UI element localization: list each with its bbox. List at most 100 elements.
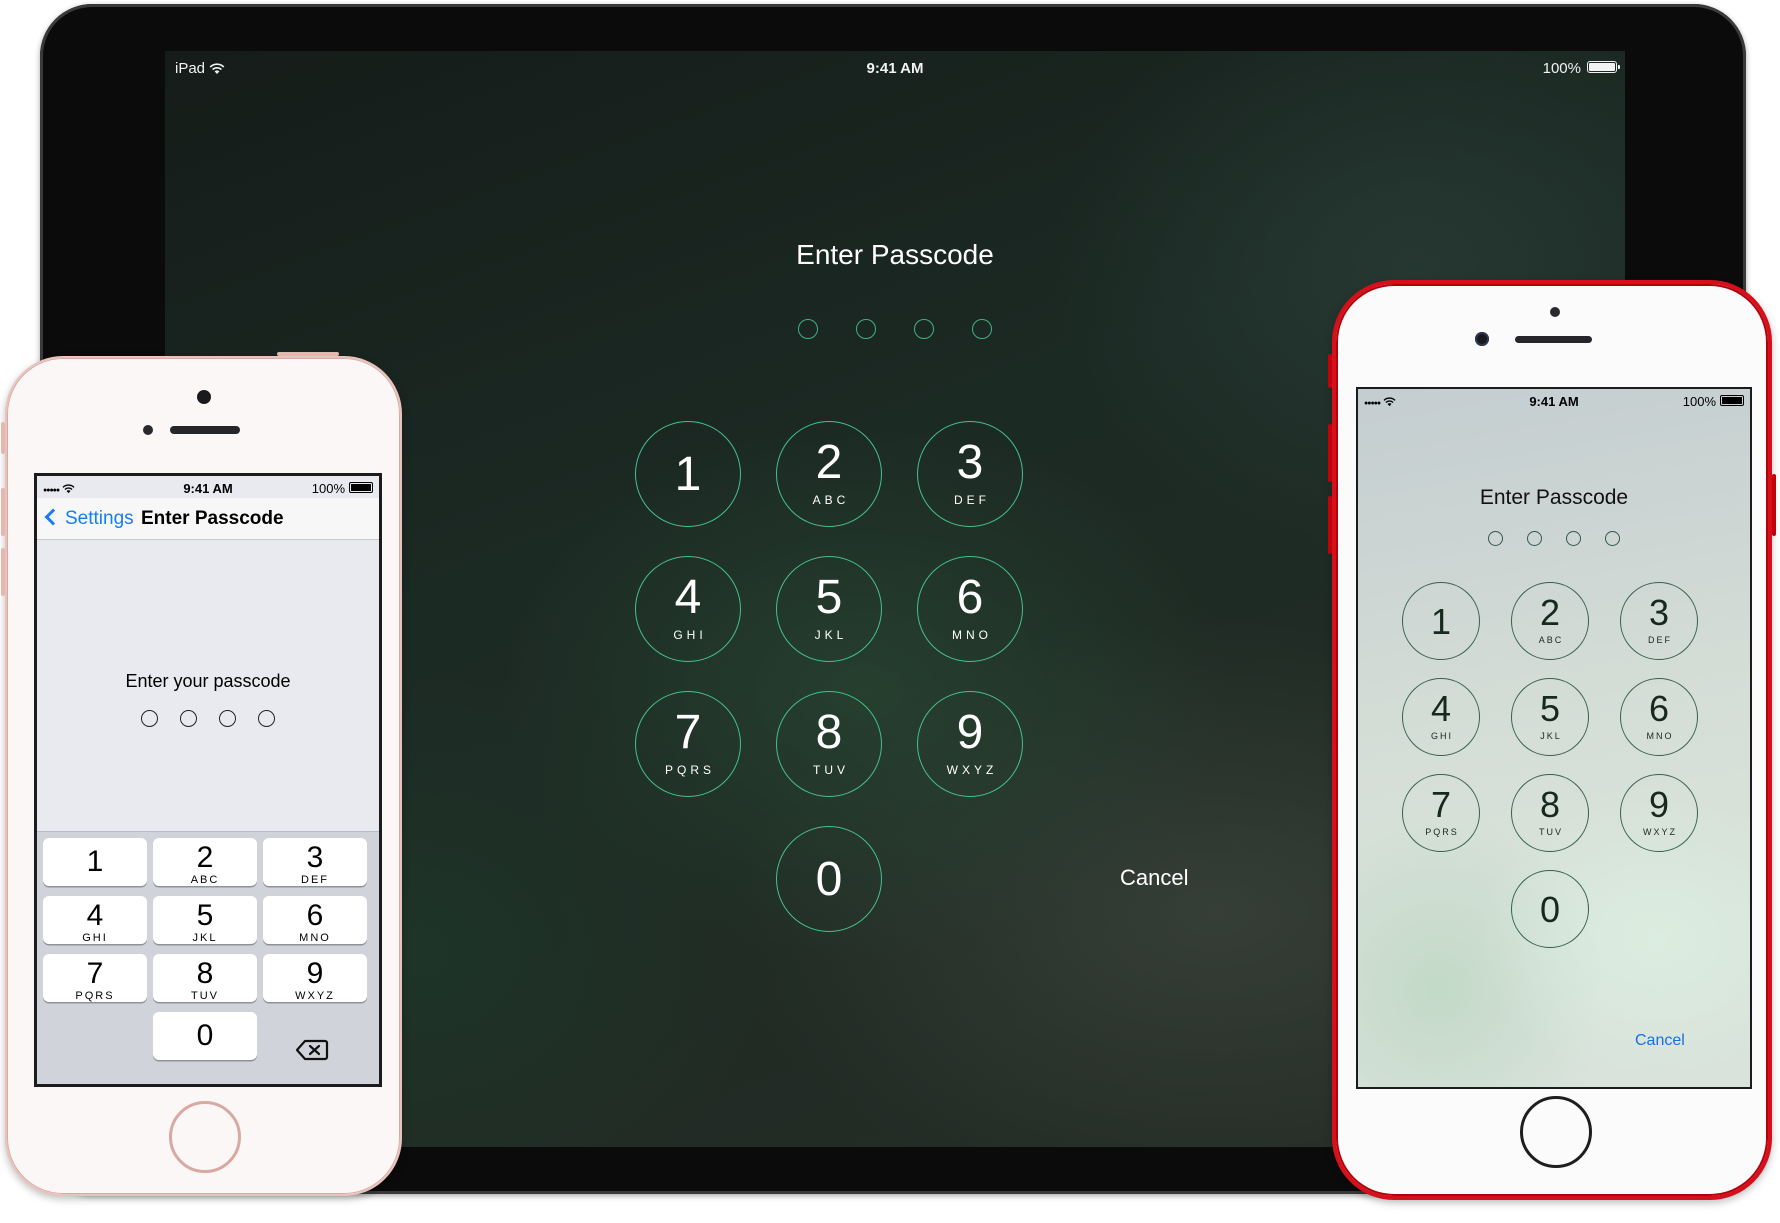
sleep-button <box>277 352 339 356</box>
keyboard-key-8[interactable]: 8 TUV <box>153 954 257 1002</box>
passcode-title: Enter Passcode <box>1479 486 1629 509</box>
key-letters: WXYZ <box>946 763 998 777</box>
key-digit: 6 <box>1648 688 1670 729</box>
keypad-key-0[interactable]: 0 <box>776 826 882 932</box>
keypad-key-4[interactable]: 4 GHI <box>1402 678 1480 756</box>
key-letters: ABC <box>1538 635 1564 645</box>
passcode-dot <box>180 710 197 727</box>
keypad-key-8[interactable]: 8 TUV <box>1511 774 1589 852</box>
key-letters: DEF <box>301 874 329 886</box>
key-digit: 9 <box>956 706 984 759</box>
key-digit: 9 <box>306 957 324 990</box>
chevron-left-icon <box>44 508 62 526</box>
battery-percentage: 100% <box>1542 60 1581 77</box>
key-digit: 4 <box>1430 688 1452 729</box>
key-letters: JKL <box>192 932 218 944</box>
key-letters: GHI <box>1430 731 1453 741</box>
key-digit: 2 <box>196 841 214 874</box>
passcode-dot <box>219 710 236 727</box>
back-label: Settings <box>65 508 134 529</box>
keyboard-key-0[interactable]: 0 <box>153 1012 257 1060</box>
navigation-bar: Settings Enter Passcode <box>37 498 379 540</box>
key-letters: PQRS <box>664 763 715 777</box>
key-letters: MNO <box>299 932 331 944</box>
home-button[interactable] <box>1520 1096 1592 1168</box>
key-letters: TUV <box>1539 827 1563 837</box>
battery-percentage: 100% <box>311 481 345 496</box>
back-button[interactable]: Settings <box>44 508 134 530</box>
home-button[interactable] <box>169 1101 241 1173</box>
key-digit: 7 <box>86 957 104 990</box>
keypad-key-1[interactable]: 1 <box>635 421 741 527</box>
key-letters: PQRS <box>75 990 115 1002</box>
key-letters: ABC <box>190 874 220 886</box>
keyboard-key-7[interactable]: 7 PQRS <box>43 954 147 1002</box>
keypad-key-5[interactable]: 5 JKL <box>776 556 882 662</box>
keyboard-key-4[interactable]: 4 GHI <box>43 896 147 944</box>
passcode-dots <box>1358 531 1750 551</box>
key-digit: 0 <box>196 1019 214 1052</box>
key-letters: TUV <box>813 763 849 777</box>
keypad-key-7[interactable]: 7 PQRS <box>635 691 741 797</box>
key-digit: 5 <box>815 571 843 624</box>
key-digit: 8 <box>196 957 214 990</box>
keyboard-key-6[interactable]: 6 MNO <box>263 896 367 944</box>
key-digit: 8 <box>815 706 843 759</box>
passcode-prompt: Enter your passcode <box>125 671 291 691</box>
volume-down-button <box>1328 496 1332 554</box>
battery-icon <box>349 482 373 493</box>
iphone-7-device: ●●●●● 9:41 AM 100% Enter Passcode 1 2 ABC 3… <box>1328 280 1776 1200</box>
nav-title: Enter Passcode <box>141 508 284 529</box>
volume-down-button <box>1 548 5 596</box>
passcode-dot <box>141 710 158 727</box>
passcode-dot <box>914 319 934 339</box>
keypad-key-6[interactable]: 6 MNO <box>1620 678 1698 756</box>
keypad-key-9[interactable]: 9 WXYZ <box>1620 774 1698 852</box>
keypad-key-9[interactable]: 9 WXYZ <box>917 691 1023 797</box>
se-screen: ●●●●● 9:41 AM 100% Settings Enter Passco… <box>34 473 382 1087</box>
keypad-key-1[interactable]: 1 <box>1402 582 1480 660</box>
se-status-bar: ●●●●● 9:41 AM 100% <box>37 476 379 498</box>
key-letters: ABC <box>812 493 850 507</box>
keypad-key-0[interactable]: 0 <box>1511 870 1589 948</box>
keypad-key-2[interactable]: 2 ABC <box>1511 582 1589 660</box>
key-letters: DEF <box>954 493 990 507</box>
mute-switch <box>1328 354 1332 388</box>
status-time: 9:41 AM <box>866 60 924 77</box>
keyboard-key-1[interactable]: 1 <box>43 838 147 886</box>
keypad-key-5[interactable]: 5 JKL <box>1511 678 1589 756</box>
backspace-icon[interactable] <box>295 1038 329 1062</box>
keypad-key-7[interactable]: 7 PQRS <box>1402 774 1480 852</box>
keyboard-key-2[interactable]: 2 ABC <box>153 838 257 886</box>
key-digit: 7 <box>674 706 702 759</box>
key-digit: 1 <box>674 448 702 501</box>
keyboard-key-3[interactable]: 3 DEF <box>263 838 367 886</box>
key-digit: 1 <box>86 845 104 878</box>
keypad-key-2[interactable]: 2 ABC <box>776 421 882 527</box>
key-letters: JKL <box>1540 731 1562 741</box>
key-digit: 5 <box>196 899 214 932</box>
cancel-button[interactable]: Cancel <box>1635 1032 1685 1050</box>
key-letters: GHI <box>82 932 108 944</box>
key-digit: 0 <box>1539 889 1561 930</box>
key-digit: 9 <box>1648 784 1670 825</box>
keyboard-key-5[interactable]: 5 JKL <box>153 896 257 944</box>
key-letters: TUV <box>191 990 219 1002</box>
passcode-dot <box>258 710 275 727</box>
keyboard-key-9[interactable]: 9 WXYZ <box>263 954 367 1002</box>
keypad-key-4[interactable]: 4 GHI <box>635 556 741 662</box>
key-letters: GHI <box>673 628 707 642</box>
key-digit: 0 <box>815 853 843 906</box>
key-digit: 2 <box>815 436 843 489</box>
keypad-key-3[interactable]: 3 DEF <box>1620 582 1698 660</box>
front-camera-icon <box>197 390 211 404</box>
keypad-key-6[interactable]: 6 MNO <box>917 556 1023 662</box>
key-letters: DEF <box>1648 635 1672 645</box>
cancel-button[interactable]: Cancel <box>1120 865 1188 891</box>
proximity-sensor <box>143 425 153 435</box>
keypad-key-3[interactable]: 3 DEF <box>917 421 1023 527</box>
keypad-key-8[interactable]: 8 TUV <box>776 691 882 797</box>
i7-status-bar: ●●●●● 9:41 AM 100% <box>1358 389 1750 411</box>
key-digit: 4 <box>86 899 104 932</box>
key-digit: 3 <box>306 841 324 874</box>
